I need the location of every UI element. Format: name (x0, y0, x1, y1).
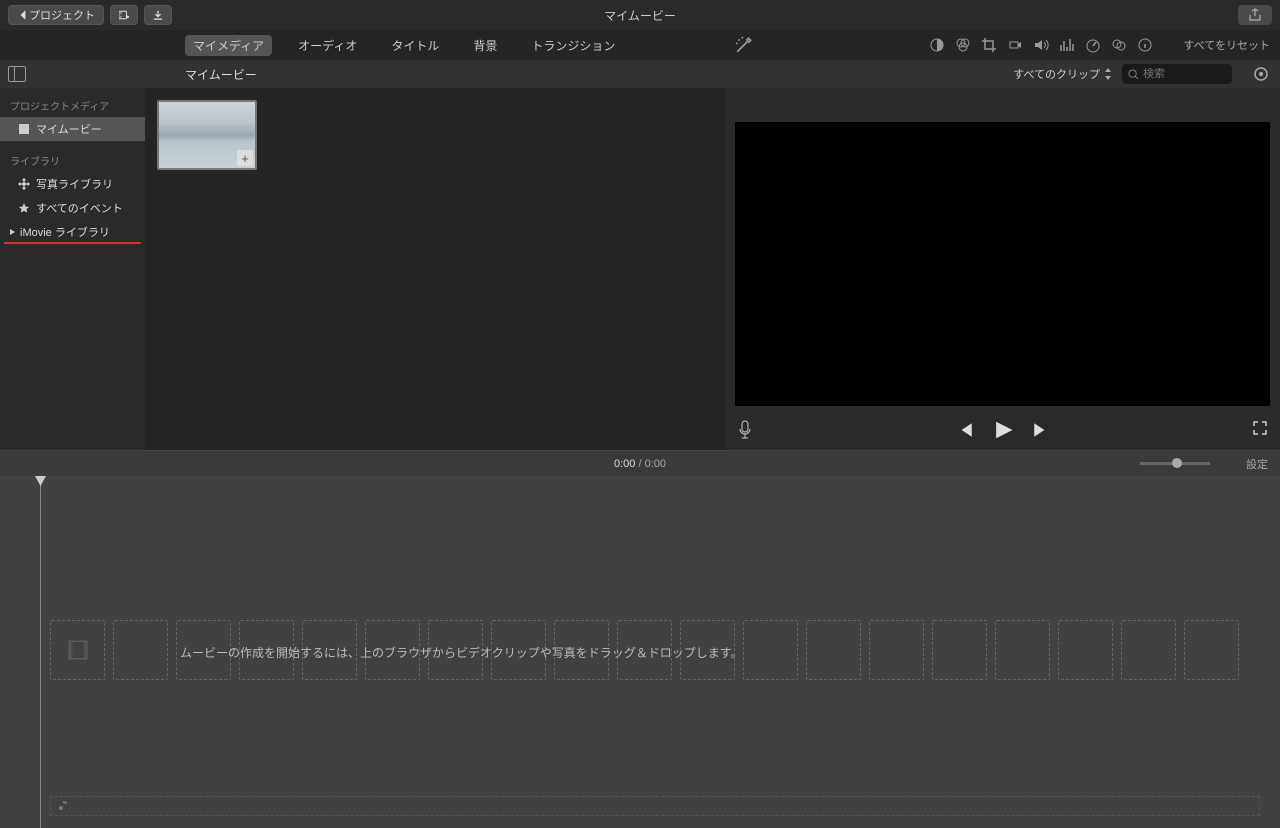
tab-mymedia[interactable]: マイメディア (185, 35, 272, 56)
flower-icon (18, 178, 30, 190)
drop-target[interactable] (743, 620, 798, 680)
drop-target[interactable] (932, 620, 987, 680)
media-browser: + (145, 88, 725, 450)
timeline-settings-button[interactable]: 設定 (1246, 456, 1268, 472)
filter-icon[interactable] (1111, 37, 1127, 53)
clip-thumbnail[interactable]: + (157, 100, 257, 170)
clapper-icon (18, 123, 30, 135)
clip-filter-dropdown[interactable]: すべてのクリップ (1013, 66, 1112, 82)
secondary-bar: マイムービー すべてのクリップ (0, 60, 1280, 88)
film-note-icon (119, 9, 129, 21)
search-input[interactable] (1143, 68, 1223, 80)
drop-target[interactable] (1121, 620, 1176, 680)
sidebar-item-mymovie[interactable]: マイムービー (0, 117, 145, 141)
play-button[interactable] (992, 419, 1014, 441)
time-total: 0:00 (645, 458, 666, 470)
next-button[interactable] (1032, 421, 1050, 439)
prev-button[interactable] (956, 421, 974, 439)
preview-controls (725, 410, 1280, 450)
stabilize-icon[interactable] (1007, 37, 1023, 53)
preview-panel: すべてをリセット (725, 88, 1280, 450)
share-button[interactable] (1238, 5, 1272, 25)
sidebar-toggle-button[interactable] (8, 66, 26, 82)
time-bar: 0:00 / 0:00 設定 (0, 450, 1280, 476)
search-icon (1128, 69, 1139, 80)
import-button[interactable] (144, 5, 172, 25)
sidebar-section-project: プロジェクトメディア (0, 94, 145, 117)
color-balance-icon[interactable] (929, 37, 945, 53)
info-icon[interactable] (1137, 37, 1153, 53)
time-current: 0:00 (614, 458, 635, 470)
drop-target-main[interactable] (50, 620, 105, 680)
zoom-slider[interactable] (1140, 462, 1210, 465)
filmstrip-icon (67, 639, 89, 661)
drop-target[interactable] (1184, 620, 1239, 680)
breadcrumb: マイムービー (185, 66, 257, 83)
tab-transition[interactable]: トランジション (523, 35, 623, 56)
volume-icon[interactable] (1033, 37, 1049, 53)
playhead[interactable] (40, 476, 41, 828)
download-icon (153, 9, 163, 21)
sidebar-item-allevents[interactable]: すべてのイベント (0, 196, 145, 220)
browser-settings-button[interactable] (1250, 63, 1272, 85)
top-toolbar: プロジェクト マイムービー (0, 0, 1280, 30)
music-note-icon (57, 800, 69, 812)
sidebar-section-library: ライブラリ (0, 149, 145, 172)
equalizer-icon[interactable] (1059, 37, 1075, 53)
tab-title[interactable]: タイトル (383, 35, 447, 56)
drop-target[interactable] (869, 620, 924, 680)
triangle-right-icon (8, 228, 16, 236)
drop-target[interactable] (995, 620, 1050, 680)
back-label: プロジェクト (29, 7, 95, 23)
microphone-icon[interactable] (737, 420, 753, 440)
add-clip-button[interactable]: + (237, 150, 253, 166)
share-icon (1248, 8, 1262, 22)
sidebar-item-imovielib[interactable]: iMovie ライブラリ (0, 220, 145, 242)
preview-viewport[interactable] (735, 122, 1270, 406)
audio-track[interactable] (50, 796, 1260, 816)
timeline-hint: ムービーの作成を開始するには、上のブラウザからビデオクリップや写真をドラッグ＆ド… (180, 644, 743, 661)
sidebar-item-photolib[interactable]: 写真ライブラリ (0, 172, 145, 196)
back-projects-button[interactable]: プロジェクト (8, 5, 104, 25)
tab-audio[interactable]: オーディオ (290, 35, 365, 56)
drop-target[interactable] (1058, 620, 1113, 680)
fullscreen-icon[interactable] (1252, 420, 1268, 436)
tab-background[interactable]: 背景 (465, 35, 505, 56)
timeline[interactable]: ムービーの作成を開始するには、上のブラウザからビデオクリップや写真をドラッグ＆ド… (0, 476, 1280, 828)
main-area: プロジェクトメディア マイムービー ライブラリ 写真ライブラリ すべてのイベント… (0, 88, 1280, 450)
star-icon (18, 202, 30, 214)
reset-all-button[interactable]: すべてをリセット (1183, 37, 1270, 53)
color-correction-icon[interactable] (955, 37, 971, 53)
annotation-underline (4, 242, 141, 244)
gear-icon (1253, 66, 1269, 82)
media-import-button[interactable] (110, 5, 138, 25)
updown-icon (1104, 68, 1112, 80)
magic-wand-icon[interactable] (735, 36, 753, 54)
sidebar: プロジェクトメディア マイムービー ライブラリ 写真ライブラリ すべてのイベント… (0, 88, 145, 450)
crop-icon[interactable] (981, 37, 997, 53)
search-box[interactable] (1122, 64, 1232, 84)
window-title: マイムービー (604, 7, 676, 24)
drop-target[interactable] (113, 620, 168, 680)
drop-target[interactable] (806, 620, 861, 680)
speed-icon[interactable] (1085, 37, 1101, 53)
